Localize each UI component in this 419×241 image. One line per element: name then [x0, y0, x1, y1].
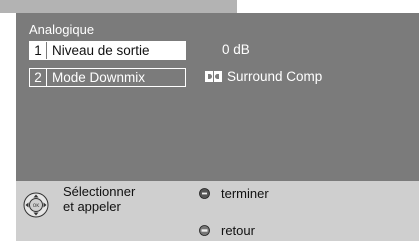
menu-item-number: 2 — [30, 69, 47, 86]
top-tab-strip — [0, 0, 237, 13]
panel-title: Analogique — [29, 22, 95, 37]
menu-item-downmix-mode[interactable]: 2 Mode Downmix — [29, 68, 186, 87]
back-button-icon — [199, 225, 210, 236]
dolby-icon — [205, 71, 222, 82]
help-select-text: Sélectionner et appeler — [63, 184, 136, 214]
help-back-text: retour — [221, 223, 255, 238]
menu-item-label: Mode Downmix — [52, 70, 146, 85]
downmix-mode-value-group: Surround Comp — [205, 69, 322, 84]
finish-button-icon — [199, 188, 210, 199]
menu-screen: Analogique 1 Niveau de sortie 0 dB 2 Mod… — [0, 0, 419, 241]
downmix-mode-value: Surround Comp — [227, 69, 323, 84]
menu-item-number: 1 — [30, 42, 47, 59]
output-level-value: 0 dB — [222, 42, 250, 57]
help-bar: OK Sélectionner et appeler terminer reto… — [16, 181, 419, 241]
nav-ring-icon: OK — [23, 192, 49, 218]
menu-item-output-level[interactable]: 1 Niveau de sortie — [29, 41, 186, 60]
menu-item-label: Niveau de sortie — [52, 43, 150, 58]
settings-panel: Analogique 1 Niveau de sortie 0 dB 2 Mod… — [16, 13, 419, 181]
help-finish-text: terminer — [221, 186, 269, 201]
svg-text:OK: OK — [33, 203, 41, 209]
